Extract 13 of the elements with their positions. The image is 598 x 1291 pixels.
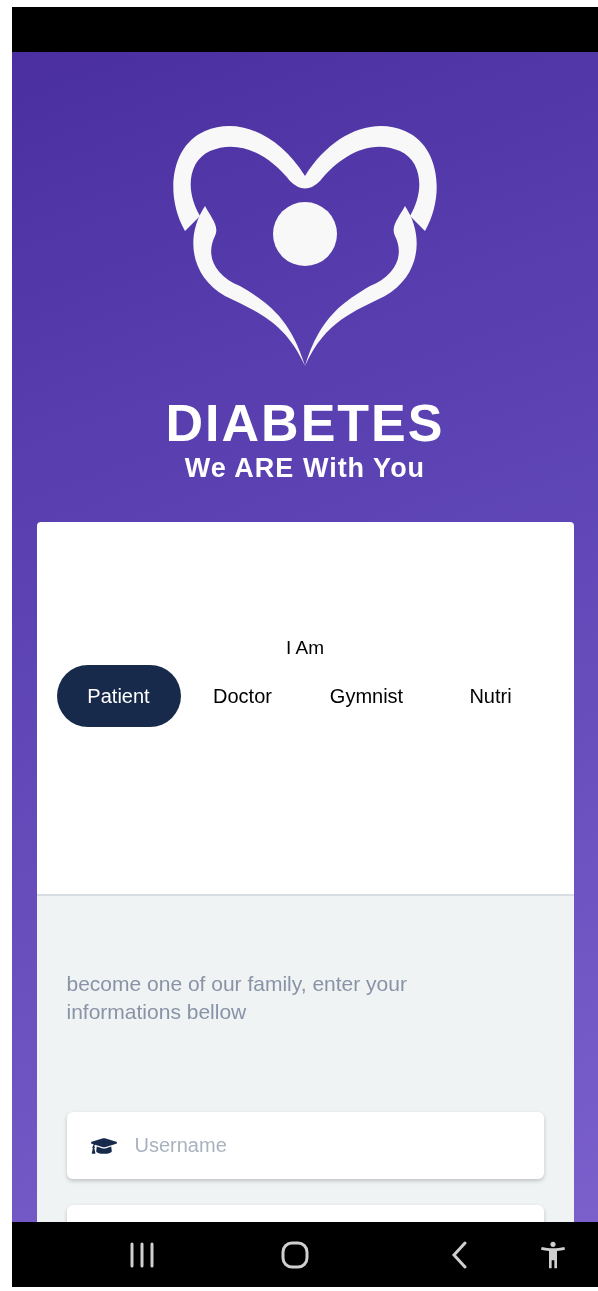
form-intro: become one of our family, enter your informations bellow <box>66 971 408 1025</box>
role-tab[interactable]: Gymnist <box>304 664 429 727</box>
role-tab[interactable]: Doctor <box>180 664 305 727</box>
role-label: I Am <box>286 636 324 660</box>
username-field[interactable]: Username <box>66 1112 544 1179</box>
role-tab[interactable]: Nutri <box>428 664 553 727</box>
back-icon[interactable] <box>451 1240 467 1269</box>
app-title: DIABETES <box>165 397 445 449</box>
graduation-cap-icon <box>90 1135 117 1157</box>
recent-apps-icon[interactable] <box>129 1241 155 1268</box>
role-tab[interactable]: Patient <box>56 664 181 727</box>
home-icon[interactable] <box>281 1240 309 1269</box>
app-tagline: We ARE With You <box>184 455 426 482</box>
